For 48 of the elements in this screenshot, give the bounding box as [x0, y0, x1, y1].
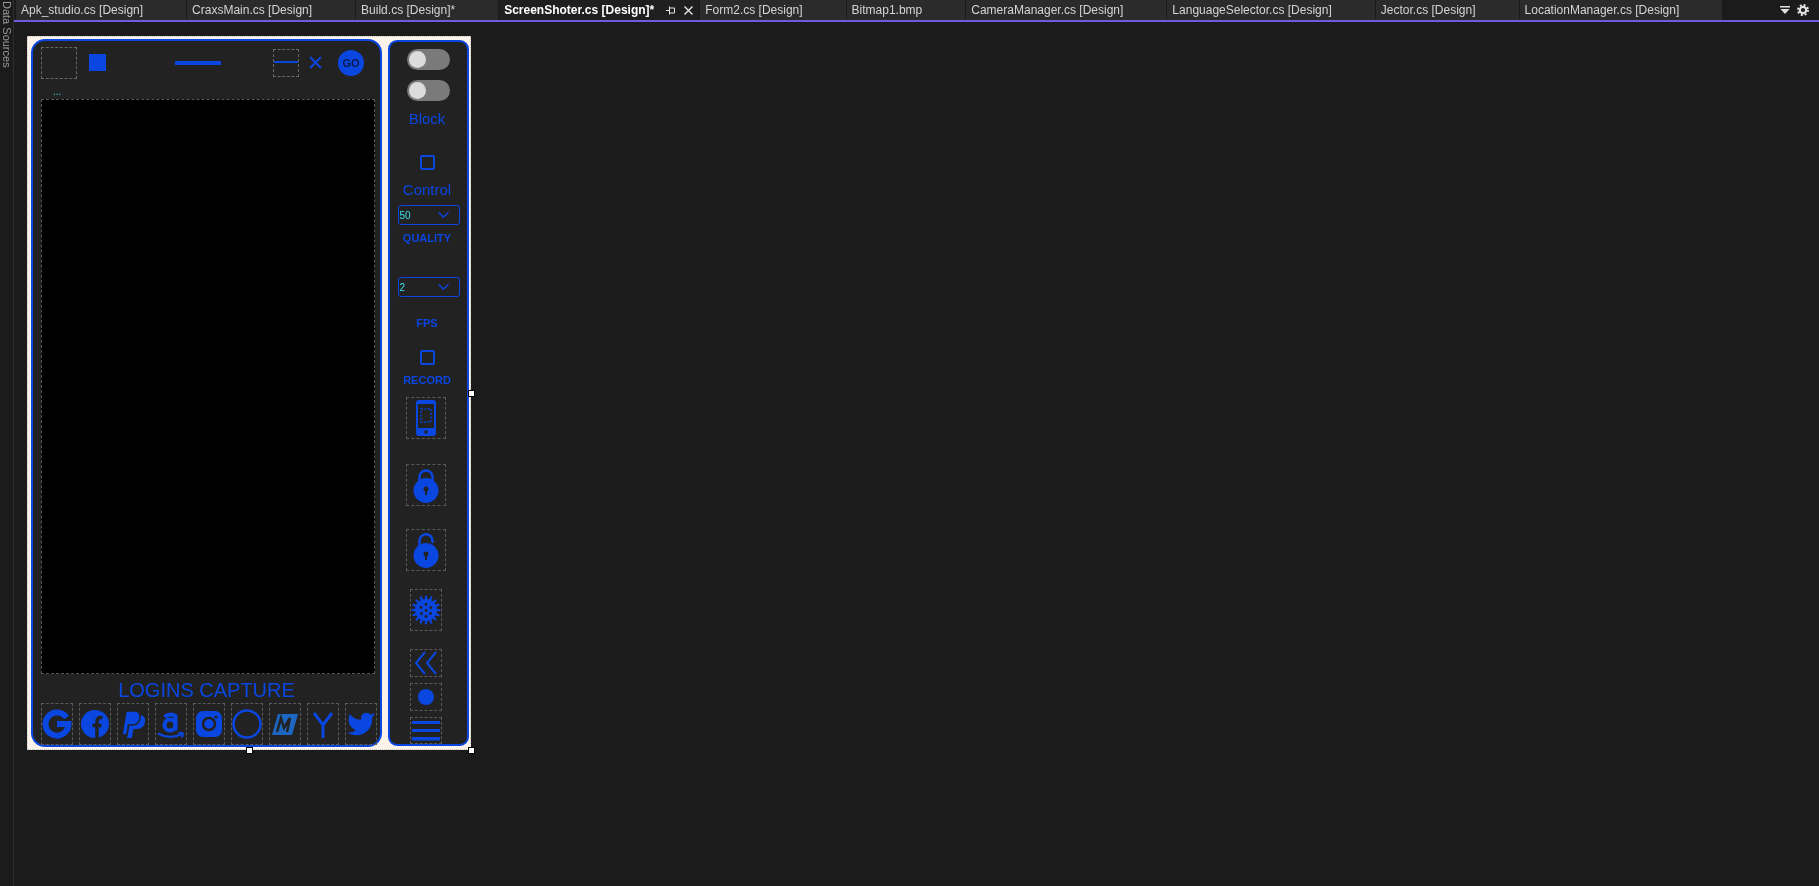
fps-label: FPS	[416, 316, 438, 330]
double-p-logo-icon[interactable]	[117, 703, 149, 745]
document-tab[interactable]: Apk_studio.cs [Design]	[16, 0, 187, 20]
chevron-down-icon	[437, 284, 449, 290]
document-tab[interactable]: Form2.cs [Design]	[700, 0, 846, 20]
control-checkbox[interactable]	[419, 155, 435, 170]
logins-capture-title: LOGINS CAPTURE	[117, 680, 296, 700]
document-tab[interactable]: Jector.cs [Design]	[1375, 0, 1519, 20]
f-logo-icon[interactable]	[79, 703, 111, 745]
menu-icon[interactable]	[409, 717, 442, 744]
control-label: Control	[402, 181, 452, 199]
record-checkbox[interactable]	[419, 350, 435, 365]
g-logo-icon[interactable]	[41, 703, 73, 745]
chevron-down-icon	[437, 212, 449, 218]
document-tab[interactable]: LocationManager.cs [Design]	[1519, 0, 1723, 20]
dash-icon[interactable]	[175, 60, 221, 65]
document-tab[interactable]: ScreenShoter.cs [Design]*	[499, 0, 700, 20]
bird-logo-icon[interactable]	[345, 703, 377, 745]
data-sources-tab[interactable]: Data Sources	[0, 1, 13, 68]
empty-frame	[41, 46, 77, 79]
block-label: Block	[408, 110, 446, 128]
a-smile-logo-icon[interactable]	[155, 703, 187, 745]
padlock-icon[interactable]	[405, 464, 446, 506]
record-label: RECORD	[403, 373, 451, 387]
resize-handle[interactable]	[245, 747, 253, 754]
document-tab[interactable]: CraxsMain.cs [Design]	[187, 0, 356, 20]
document-tab[interactable]: CameraManager.cs [Design]	[966, 0, 1167, 20]
m-logo-icon[interactable]	[269, 703, 301, 745]
y-logo-icon[interactable]	[307, 703, 339, 745]
fps-dropdown[interactable]: 2	[397, 277, 460, 297]
pin-icon[interactable]	[666, 5, 676, 15]
double-chevron-left-icon[interactable]	[409, 649, 442, 677]
document-tab[interactable]: LanguageSelector.cs [Design]	[1167, 0, 1375, 20]
status-text: ...	[53, 87, 62, 97]
document-tab[interactable]: Build.cs [Design]*	[356, 0, 499, 20]
toggle-switch[interactable]	[407, 49, 450, 70]
phone-icon[interactable]	[405, 397, 446, 439]
dropdown-icon[interactable]	[1780, 6, 1790, 14]
open-padlock-icon[interactable]	[405, 529, 446, 571]
resize-handle[interactable]	[468, 389, 475, 397]
camera-logo-icon[interactable]	[193, 703, 225, 745]
toggle-switch[interactable]	[407, 80, 450, 101]
quality-label: QUALITY	[402, 231, 452, 245]
quality-dropdown[interactable]: 50	[397, 205, 460, 225]
virus-icon[interactable]	[409, 589, 442, 631]
resize-handle[interactable]	[468, 747, 475, 754]
settings-icon[interactable]	[1797, 4, 1809, 16]
document-tab[interactable]: Bitmap1.bmp	[846, 0, 966, 20]
